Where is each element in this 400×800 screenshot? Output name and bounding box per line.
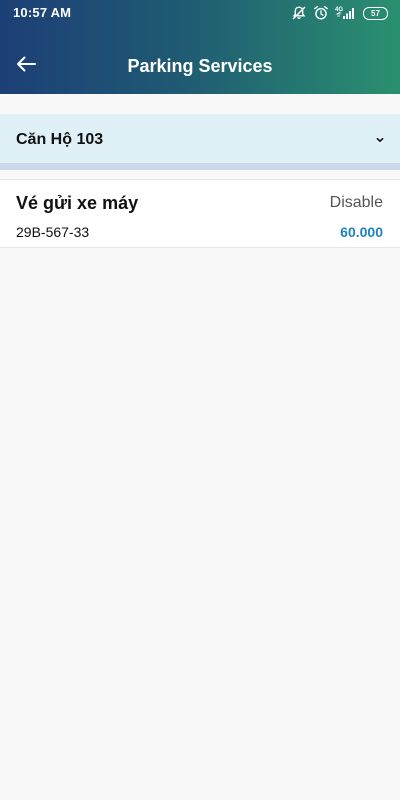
selected-apartment: Căn Hộ 103	[16, 131, 104, 148]
service-status: Disable	[329, 194, 383, 211]
service-card[interactable]: Vé gửi xe máy Disable 29B-567-33 60.000	[0, 179, 400, 248]
status-icons: 4G 57	[291, 4, 388, 22]
page-title: Parking Services	[127, 56, 273, 76]
license-plate: 29B-567-33	[16, 224, 90, 240]
notification-off-icon	[291, 5, 307, 21]
status-time: 10:57 AM	[13, 5, 72, 20]
alarm-icon	[313, 5, 329, 21]
app-header: 10:57 AM 4G 57 Parking Services	[0, 0, 400, 94]
signal-icon: 4G	[335, 5, 357, 21]
apartment-selector[interactable]: Căn Hộ 103	[0, 114, 400, 170]
chevron-down-icon	[375, 132, 385, 142]
service-name: Vé gửi xe máy	[16, 193, 139, 213]
service-price: 60.000	[340, 224, 383, 240]
status-bar: 10:57 AM 4G 57	[0, 0, 400, 26]
battery-icon: 57	[363, 6, 388, 20]
